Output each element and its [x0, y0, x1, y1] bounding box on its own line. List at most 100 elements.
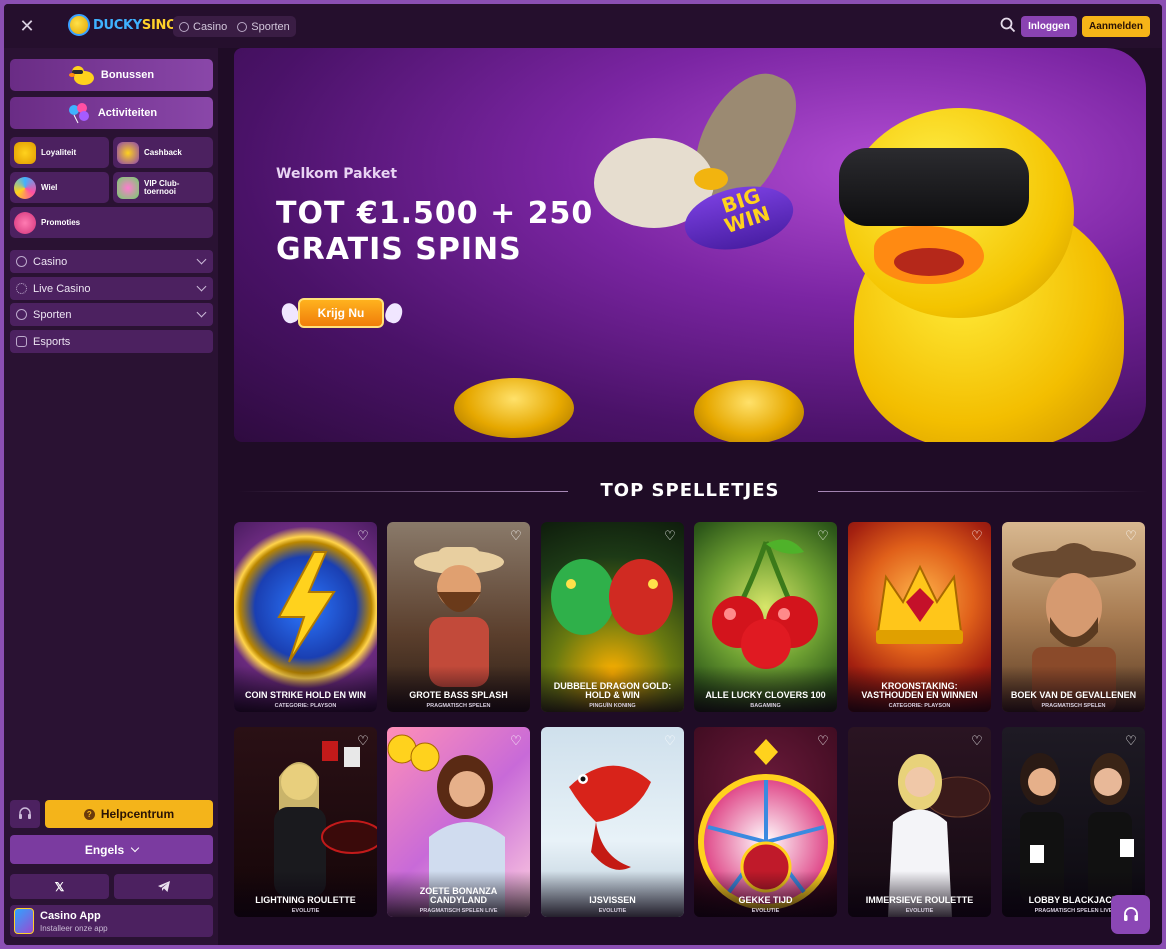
heart-icon[interactable]: ♡ — [816, 734, 830, 748]
game-provider: PRAGMATISCH SPELEN — [1041, 703, 1106, 709]
divider-right — [818, 491, 1148, 492]
headset-icon — [19, 807, 31, 819]
ball-icon — [16, 309, 27, 320]
heart-icon[interactable]: ♡ — [816, 529, 830, 543]
game-title: DUBBELE DRAGON GOLD: HOLD & WIN — [553, 681, 672, 700]
game-card[interactable]: ♡ IMMERSIEVE ROULETTE EVOLUTIE — [848, 727, 991, 917]
tab-sporten[interactable]: Sporten — [237, 21, 290, 33]
x-social-button[interactable]: 𝕏 — [10, 874, 109, 899]
tile-label: Loyaliteit — [41, 147, 77, 157]
game-card[interactable]: ♡ GROTE BASS SPLASH PRAGMATISCH SPELEN — [387, 522, 530, 712]
coin-image — [454, 378, 574, 438]
bonuses-button[interactable]: Bonussen — [10, 59, 213, 91]
logo-text-a: DUCKY — [93, 17, 142, 33]
tab-label: Sporten — [251, 20, 290, 33]
heart-icon[interactable]: ♡ — [1124, 529, 1138, 543]
tile-label: Cashback — [144, 147, 182, 157]
game-title: LIGHTNING ROULETTE — [255, 895, 356, 905]
tile-label: Promoties — [41, 217, 81, 227]
casino-app-banner[interactable]: Casino App Installeer onze app — [10, 905, 213, 937]
heart-icon[interactable]: ♡ — [663, 734, 677, 748]
sidebar-item-label: Esports — [33, 335, 71, 348]
ball-icon — [237, 21, 248, 32]
wheel-icon — [14, 176, 36, 199]
sidebar-item-esports[interactable]: Esports — [10, 330, 213, 353]
help-center-button[interactable]: ? Helpcentrum — [45, 800, 213, 828]
heart-icon[interactable]: ♡ — [509, 529, 523, 543]
game-card[interactable]: ♡ LOBBY BLACKJACK PRAGMATISCH SPELEN LIV… — [1002, 727, 1145, 917]
game-card[interactable]: ♡ COIN STRIKE HOLD EN WIN CATEGORIE: PLA… — [234, 522, 377, 712]
live-chat-button[interactable] — [1111, 895, 1150, 934]
tile-wheel[interactable]: Wiel — [10, 172, 109, 203]
game-card[interactable]: ♡ IJSVISSEN EVOLUTIE — [541, 727, 684, 917]
tab-casino[interactable]: Casino — [179, 21, 227, 33]
help-center-label: Helpcentrum — [100, 807, 175, 821]
sidebar-item-label: Live Casino — [33, 282, 91, 295]
game-card[interactable]: ♡ KROONSTAKING: VASTHOUDEN EN WINNEN CAT… — [848, 522, 991, 712]
game-card[interactable]: ♡ BOEK VAN DE GEVALLENEN PRAGMATISCH SPE… — [1002, 522, 1145, 712]
activities-button[interactable]: Activiteiten — [10, 97, 213, 129]
game-provider: EVOLUTIE — [598, 908, 627, 914]
support-headset-button[interactable] — [10, 800, 40, 828]
claim-now-button[interactable]: Krijg Nu — [298, 298, 384, 328]
heart-icon[interactable]: ♡ — [970, 529, 984, 543]
game-provider: CATEGORIE: PLAYSON — [888, 703, 951, 709]
sidebar-item-casino[interactable]: Casino — [10, 250, 213, 273]
game-title: IMMERSIEVE ROULETTE — [865, 895, 974, 905]
hero-banner[interactable]: BIG WIN Welkom Pakket TOT €1.500 + 250 GR… — [234, 48, 1146, 442]
chevron-down-icon — [130, 843, 140, 853]
game-provider: PRAGMATISCH SPELEN LIVE — [419, 908, 498, 914]
heart-icon[interactable]: ♡ — [970, 734, 984, 748]
game-title: BOEK VAN DE GEVALLENEN — [1010, 690, 1137, 700]
logo-text: DUCKYSINO — [93, 18, 177, 33]
telegram-icon — [157, 881, 170, 892]
signup-button[interactable]: Aanmelden — [1082, 16, 1150, 37]
headset-icon — [1123, 906, 1138, 921]
language-select[interactable]: Engels — [10, 835, 213, 864]
duck-crown-icon — [14, 141, 36, 164]
tile-promotions[interactable]: Promoties — [10, 207, 213, 238]
game-title: IJSVISSEN — [589, 895, 636, 905]
sidebar: Bonussen Activiteiten Loyaliteit Cashbac… — [4, 48, 218, 945]
duck-icon — [68, 66, 94, 85]
sidebar-item-sporten[interactable]: Sporten — [10, 303, 213, 326]
chevron-down-icon[interactable] — [196, 254, 207, 265]
heart-icon[interactable]: ♡ — [1124, 734, 1138, 748]
heart-icon[interactable]: ♡ — [509, 734, 523, 748]
telegram-button[interactable] — [114, 874, 213, 899]
cashback-icon — [117, 141, 139, 164]
search-icon[interactable] — [1000, 17, 1016, 33]
sidebar-item-live-casino[interactable]: Live Casino — [10, 277, 213, 300]
chevron-down-icon[interactable] — [196, 281, 207, 292]
game-title: ZOETE BONANZA CANDYLAND — [419, 886, 498, 905]
vip-icon — [117, 176, 139, 199]
game-card[interactable]: ♡ ZOETE BONANZA CANDYLAND PRAGMATISCH SP… — [387, 727, 530, 917]
vr-headset-image — [839, 148, 1029, 226]
gamepad-icon — [16, 336, 27, 347]
game-card[interactable]: ♡ GEKKE TIJD EVOLUTIE — [694, 727, 837, 917]
close-icon[interactable]: ✕ — [16, 15, 38, 37]
percent-icon — [14, 211, 36, 234]
balloons-icon — [68, 103, 89, 124]
game-title: GEKKE TIJD — [738, 895, 793, 905]
hero-title: TOT €1.500 + 250 GRATIS SPINS — [276, 196, 696, 268]
tile-vip-club[interactable]: VIP Club-toernooi — [113, 172, 213, 203]
tile-cashback[interactable]: Cashback — [113, 137, 213, 168]
tab-label: Casino — [193, 20, 228, 33]
game-card[interactable]: ♡ DUBBELE DRAGON GOLD: HOLD & WIN PINGUÏ… — [541, 522, 684, 712]
logo[interactable]: DUCKYSINO — [68, 14, 177, 36]
tile-loyalty[interactable]: Loyaliteit — [10, 137, 109, 168]
game-provider: EVOLUTIE — [905, 908, 934, 914]
chevron-down-icon[interactable] — [196, 307, 207, 318]
login-button[interactable]: Inloggen — [1021, 16, 1077, 37]
app-title: Casino App — [40, 909, 101, 922]
app-subtitle: Installeer onze app — [40, 923, 108, 933]
wing-right-icon — [383, 300, 405, 326]
game-card[interactable]: ♡ ALLE LUCKY CLOVERS 100 BAGAMING — [694, 522, 837, 712]
game-card[interactable]: ♡ LIGHTNING ROULETTE EVOLUTIE — [234, 727, 377, 917]
heart-icon[interactable]: ♡ — [663, 529, 677, 543]
heart-icon[interactable]: ♡ — [356, 734, 370, 748]
tile-label: Wiel — [41, 182, 58, 192]
activities-label: Activiteiten — [97, 107, 158, 119]
heart-icon[interactable]: ♡ — [356, 529, 370, 543]
